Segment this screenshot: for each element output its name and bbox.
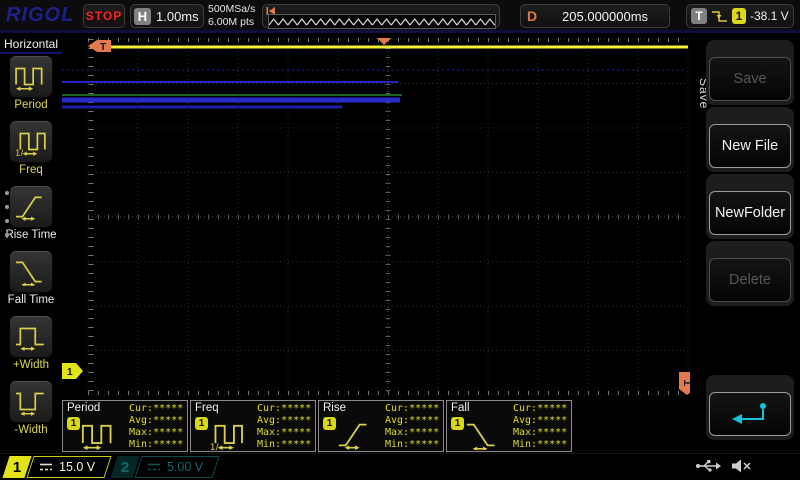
menu-slot — [706, 375, 794, 440]
waveform-position-preview[interactable] — [262, 4, 500, 28]
measure-item-period[interactable]: Period — [0, 55, 62, 111]
rise-time-icon — [334, 420, 376, 450]
measure-item-plus-width[interactable]: +Width — [0, 315, 62, 371]
period-icon — [15, 63, 47, 91]
horizontal-delay-box[interactable]: D 205.000000ms — [520, 4, 670, 28]
fall-time-icon — [462, 420, 504, 450]
ghost-line — [0, 52, 62, 54]
measure-menu: Horizontal Period Freq Rise Time Fall Ti… — [0, 33, 62, 453]
measurement-box-period[interactable]: Period 1 Cur:*****Avg:*****Max:*****Min:… — [62, 400, 188, 452]
run-state-indicator[interactable]: STOP — [83, 4, 125, 28]
top-status-bar: RIGOL STOP H 1.00ms 500MSa/s 6.00M pts — [0, 0, 800, 33]
freq-icon — [15, 128, 47, 156]
new-file-button[interactable]: New File — [709, 124, 791, 168]
measure-item-rise-time[interactable]: Rise Time — [0, 185, 62, 241]
speaker-muted-icon[interactable] — [731, 459, 752, 473]
menu-scroll-dots — [5, 191, 9, 237]
trigger-level-value: -38.1 V — [750, 9, 789, 23]
channel-2-scale: 5.00 V — [167, 460, 203, 474]
return-arrow-icon — [730, 401, 770, 427]
freq-icon — [206, 420, 248, 450]
channel-1-scale: 15.0 V — [59, 460, 95, 474]
horizontal-badge: H — [134, 8, 151, 25]
channel-2-tab[interactable]: 2 5.00 V — [110, 456, 219, 478]
measurement-box-freq[interactable]: Freq 1 Cur:*****Avg:*****Max:*****Min:**… — [190, 400, 316, 452]
measurement-results-strip: Period 1 Cur:*****Avg:*****Max:*****Min:… — [62, 400, 572, 452]
delay-value: 205.000000ms — [547, 9, 663, 24]
preview-waveform — [268, 14, 496, 29]
measure-item-freq[interactable]: Freq — [0, 120, 62, 176]
rigol-logo: RIGOL — [6, 4, 74, 27]
horizontal-timebase-box[interactable]: H 1.00ms — [130, 4, 204, 28]
svg-text:T: T — [683, 380, 690, 386]
menu-slot-empty — [706, 308, 794, 373]
rise-time-icon — [15, 193, 47, 221]
save-button[interactable]: Save — [709, 57, 791, 101]
channel-status-bar: 1 15.0 V 2 5.00 V — [0, 453, 800, 480]
svg-text:T: T — [100, 42, 106, 53]
oscilloscope-screen: RIGOL STOP H 1.00ms 500MSa/s 6.00M pts — [0, 0, 800, 480]
acquisition-info: 500MSa/s 6.00M pts — [208, 3, 255, 29]
trigger-falling-edge-icon — [711, 9, 728, 24]
memory-depth: 6.00M pts — [208, 16, 255, 29]
menu-slot: New File — [706, 107, 794, 172]
new-folder-button[interactable]: NewFolder — [709, 191, 791, 235]
svg-text:1: 1 — [67, 367, 73, 378]
trigger-time-marker[interactable]: T — [88, 40, 111, 53]
trigger-source-badge: 1 — [732, 8, 746, 24]
return-button[interactable] — [709, 392, 791, 436]
ch1-ground-marker[interactable]: 1 — [62, 363, 83, 379]
menu-slot: Delete — [706, 241, 794, 306]
run-state-label: STOP — [86, 9, 122, 23]
waveform-display: T T 1 — [62, 35, 690, 398]
trigger-info-box[interactable]: T 1 -38.1 V — [686, 4, 794, 28]
measure-menu-title: Horizontal — [0, 33, 62, 51]
measurement-box-fall[interactable]: Fall 1 Cur:*****Avg:*****Max:*****Min:**… — [446, 400, 572, 452]
measure-item-fall-time[interactable]: Fall Time — [0, 250, 62, 306]
dc-coupling-icon — [147, 462, 161, 472]
dc-coupling-icon — [39, 462, 53, 472]
measure-item-minus-width[interactable]: -Width — [0, 380, 62, 436]
usb-icon[interactable] — [695, 459, 721, 473]
trigger-level-marker[interactable]: T — [679, 372, 690, 395]
menu-slot: Save — [706, 40, 794, 105]
save-menu-panel: Save Save New File NewFolder Delete — [690, 33, 800, 453]
trigger-badge: T — [691, 8, 707, 24]
delay-label: D — [527, 8, 537, 24]
plus-width-icon — [15, 323, 47, 351]
period-icon — [78, 420, 120, 450]
timebase-value: 1.00ms — [156, 9, 199, 24]
delete-button[interactable]: Delete — [709, 258, 791, 302]
menu-slot: NewFolder — [706, 174, 794, 239]
sample-rate: 500MSa/s — [208, 3, 255, 16]
fall-time-icon — [15, 258, 47, 286]
measurement-box-rise[interactable]: Rise 1 Cur:*****Avg:*****Max:*****Min:**… — [318, 400, 444, 452]
channel-1-tab[interactable]: 1 15.0 V — [2, 456, 111, 478]
minus-width-icon — [15, 388, 47, 416]
